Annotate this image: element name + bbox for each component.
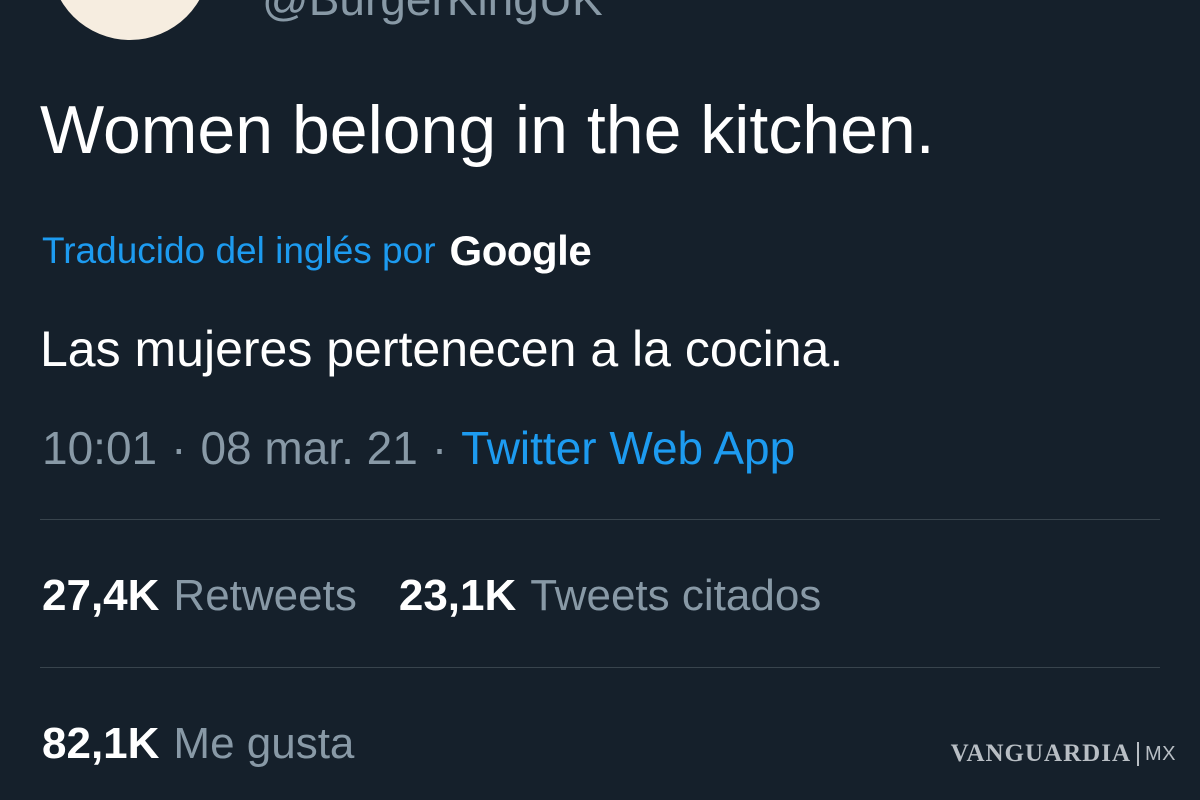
divider bbox=[40, 519, 1160, 520]
tweet-date[interactable]: 08 mar. 21 bbox=[200, 420, 417, 476]
quote-tweets-label: Tweets citados bbox=[530, 571, 822, 620]
tweet-detail-screen: @BurgerKingUK Women belong in the kitche… bbox=[0, 0, 1200, 800]
retweets-stat[interactable]: 27,4K Retweets bbox=[42, 569, 357, 623]
likes-stats-row: 82,1K Me gusta bbox=[42, 717, 396, 771]
meta-separator: · bbox=[171, 422, 187, 474]
watermark-brand: VANGUARDIA bbox=[950, 740, 1131, 767]
divider bbox=[40, 667, 1160, 668]
likes-stat[interactable]: 82,1K Me gusta bbox=[42, 717, 354, 771]
avatar[interactable] bbox=[50, 0, 210, 40]
google-logo: Google bbox=[449, 227, 592, 274]
likes-label: Me gusta bbox=[173, 719, 355, 768]
tweet-meta: 10:01 · 08 mar. 21 · Twitter Web App bbox=[42, 420, 795, 476]
translation-attribution: Traducido del inglés por Google bbox=[42, 226, 592, 276]
user-handle[interactable]: @BurgerKingUK bbox=[262, 0, 603, 26]
tweet-source-link[interactable]: Twitter Web App bbox=[461, 420, 795, 476]
translated-by-link[interactable]: Traducido del inglés por bbox=[42, 230, 436, 272]
quote-tweets-count: 23,1K bbox=[398, 571, 517, 620]
engagement-stats-row: 27,4K Retweets 23,1K Tweets citados bbox=[42, 569, 863, 623]
vanguardia-watermark: VANGUARDIA MX bbox=[951, 740, 1176, 768]
watermark-country: MX bbox=[1145, 742, 1176, 765]
watermark-separator bbox=[1137, 742, 1139, 766]
tweet-text: Women belong in the kitchen. bbox=[40, 92, 935, 168]
tweet-time[interactable]: 10:01 bbox=[42, 420, 157, 476]
translated-tweet-text: Las mujeres pertenecen a la cocina. bbox=[40, 321, 844, 377]
quote-tweets-stat[interactable]: 23,1K Tweets citados bbox=[399, 569, 821, 623]
likes-count: 82,1K bbox=[42, 719, 160, 768]
retweets-label: Retweets bbox=[173, 571, 357, 620]
meta-separator: · bbox=[431, 422, 448, 474]
retweets-count: 27,4K bbox=[42, 571, 160, 620]
